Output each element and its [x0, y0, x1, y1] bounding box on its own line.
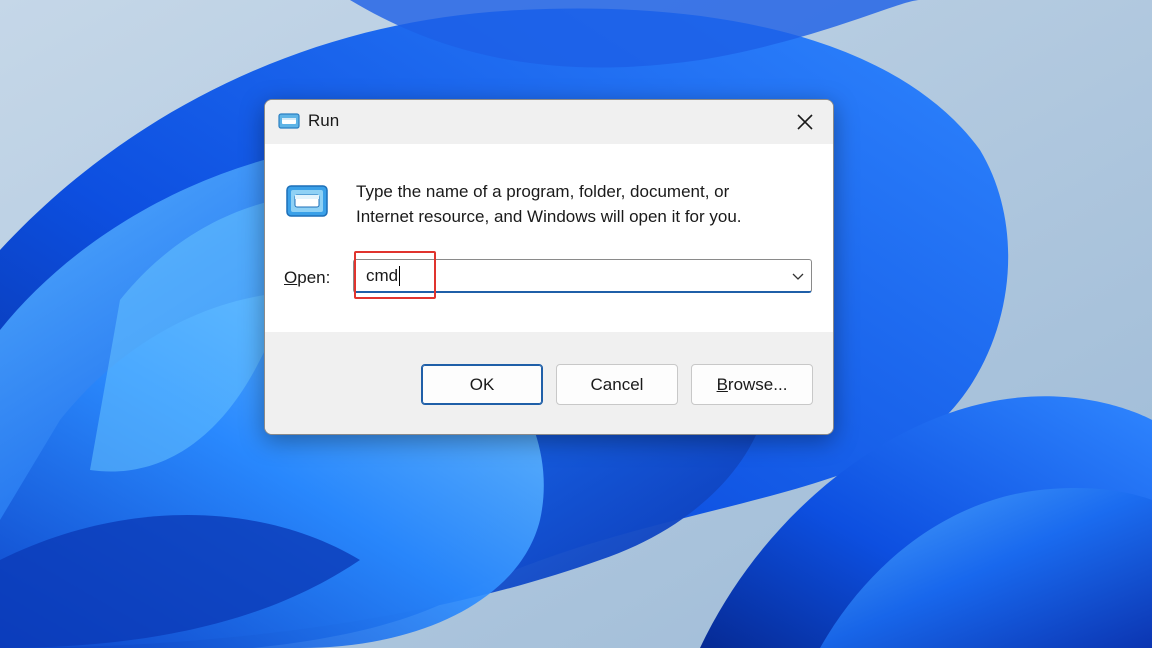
open-label: Open: [284, 268, 330, 288]
dialog-title: Run [308, 111, 340, 130]
description-text: Type the name of a program, folder, docu… [356, 179, 796, 229]
chevron-down-icon[interactable] [791, 269, 805, 283]
open-label-mnemonic: O [284, 268, 298, 287]
open-input-value: cmd [366, 266, 399, 285]
run-dialog: Run Type the name of a program, folder, … [264, 99, 834, 435]
run-icon [286, 185, 328, 217]
title-bar[interactable]: Run [265, 100, 833, 144]
text-caret [399, 266, 401, 286]
close-button[interactable] [777, 100, 833, 144]
browse-button[interactable]: Browse... [691, 364, 813, 405]
open-combobox[interactable]: cmd [353, 259, 812, 293]
browse-mnemonic: B [716, 374, 728, 394]
desktop: Run Type the name of a program, folder, … [0, 0, 1152, 648]
open-input[interactable]: cmd [366, 266, 401, 286]
cancel-button[interactable]: Cancel [556, 364, 678, 405]
browse-label-rest: rowse... [727, 374, 788, 394]
open-label-rest: pen: [297, 268, 331, 287]
dialog-content: Type the name of a program, folder, docu… [265, 144, 833, 332]
description-line-1: Type the name of a program, folder, docu… [356, 182, 730, 201]
close-icon [797, 114, 813, 130]
ok-button[interactable]: OK [421, 364, 543, 405]
run-icon [278, 113, 300, 129]
description-line-2: Internet resource, and Windows will open… [356, 207, 742, 226]
dialog-footer: OK Cancel Browse... [265, 332, 833, 434]
